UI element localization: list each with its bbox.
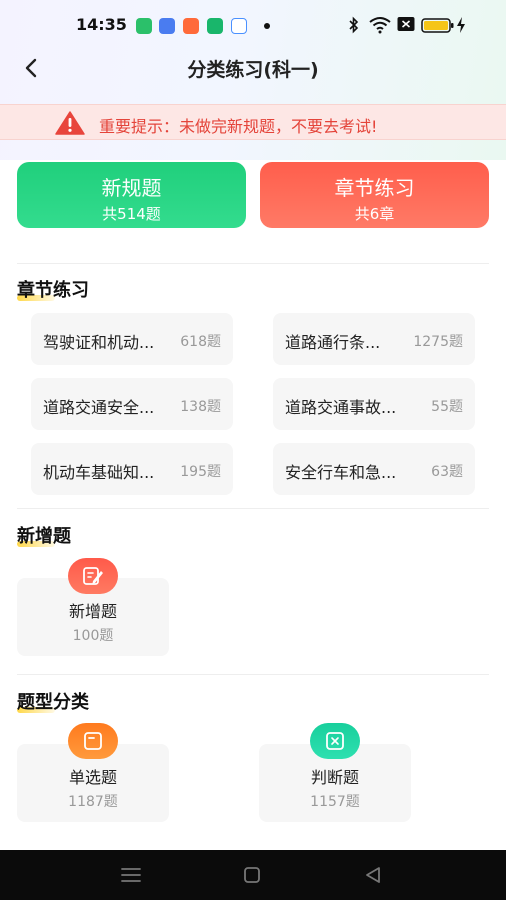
chapter-name: 道路交通安全... (43, 398, 155, 417)
chapter-practice-title: 章节练习 (334, 176, 415, 200)
new-rules-title: 新规题 (101, 176, 162, 200)
status-time: 14:35 (76, 15, 127, 34)
divider (17, 674, 489, 675)
chapter-count: 195题 (180, 464, 221, 480)
new-rules-count: 共514题 (102, 205, 161, 223)
back-nav-icon[interactable] (364, 866, 382, 884)
app-notification-icon (136, 18, 152, 34)
app-notification-icon (207, 18, 223, 34)
chapter-item[interactable]: 道路交通事故... 55题 (273, 378, 475, 430)
new-questions-section-title: 新增题 (17, 526, 71, 547)
app-notification-icon (159, 18, 175, 34)
chapter-item[interactable]: 机动车基础知... 195题 (31, 443, 233, 495)
chapter-count: 618题 (180, 334, 221, 350)
wifi-icon (369, 17, 391, 34)
chapter-item[interactable]: 道路通行条... 1275题 (273, 313, 475, 365)
app-notification-icon (231, 18, 247, 34)
app-notification-icon (183, 18, 199, 34)
chapter-name: 安全行车和急... (285, 463, 397, 482)
chapter-practice-card[interactable]: 章节练习 共6章 (260, 162, 489, 228)
page-title: 分类练习(科一) (187, 59, 319, 81)
notice-banner: 重要提示：未做完新规题，不要去考试! (0, 104, 506, 140)
true-false-count: 1157题 (310, 794, 360, 810)
true-false-name: 判断题 (310, 768, 359, 787)
chapter-item[interactable]: 驾驶证和机动... 618题 (31, 313, 233, 365)
chapters-section-title: 章节练习 (17, 280, 89, 301)
chapter-practice-count: 共6章 (354, 205, 395, 223)
chapter-name: 道路交通事故... (285, 398, 397, 417)
new-rules-card[interactable]: 新规题 共514题 (17, 162, 246, 228)
single-choice-name: 单选题 (68, 768, 117, 787)
chapter-count: 63题 (431, 464, 463, 480)
notice-text: 重要提示：未做完新规题，不要去考试! (99, 117, 378, 136)
battery-icon (421, 18, 454, 33)
chapter-count: 1275题 (413, 334, 463, 350)
home-icon[interactable] (243, 866, 261, 884)
chapter-count: 55题 (431, 399, 463, 415)
chapter-name: 机动车基础知... (43, 463, 155, 482)
charging-icon (457, 17, 465, 33)
edit-icon (68, 558, 118, 594)
chapter-name: 道路通行条... (285, 333, 381, 352)
true-false-icon (310, 723, 360, 759)
divider (17, 263, 489, 264)
chapter-item[interactable]: 安全行车和急... 63题 (273, 443, 475, 495)
single-choice-icon (68, 723, 118, 759)
single-choice-count: 1187题 (68, 794, 118, 810)
question-types-section-title: 题型分类 (17, 692, 89, 713)
chapter-item[interactable]: 道路交通安全... 138题 (31, 378, 233, 430)
no-sim-icon (397, 17, 415, 31)
chapter-name: 驾驶证和机动... (43, 333, 155, 352)
back-arrow-icon[interactable] (20, 56, 44, 80)
new-questions-name: 新增题 (68, 602, 117, 621)
nav-bar: 分类练习(科一) (0, 50, 506, 86)
status-bar: 14:35 (0, 0, 506, 50)
system-navigation-bar (0, 850, 506, 900)
warning-icon (55, 111, 85, 135)
recent-apps-icon[interactable] (120, 866, 142, 884)
new-questions-count: 100题 (72, 628, 114, 644)
chapter-count: 138题 (180, 399, 221, 415)
divider (17, 508, 489, 509)
more-notifications-icon (264, 23, 270, 29)
bluetooth-icon (349, 16, 359, 34)
